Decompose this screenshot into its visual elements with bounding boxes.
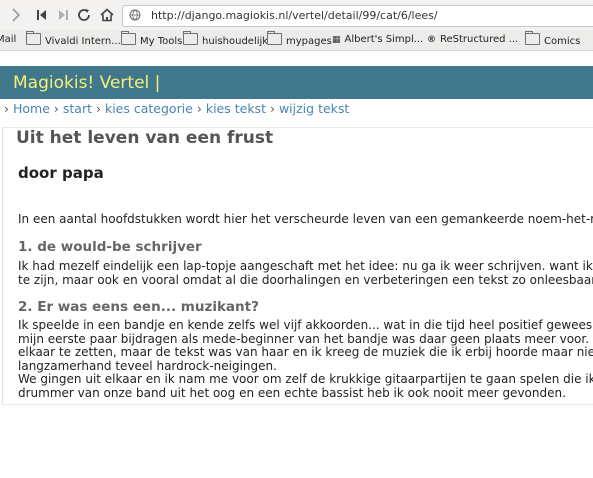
site-header: Magiokis! Vertel |: [0, 66, 593, 99]
bookmark-mail[interactable]: Mail: [0, 33, 16, 47]
text-line: elkaar te zetten, maar de tekst was van …: [18, 345, 593, 359]
text-line: langzamerhand teveel hardrock-neigingen.: [18, 358, 277, 373]
home-icon[interactable]: [99, 7, 115, 23]
bookmark-mypages[interactable]: mypages: [267, 31, 332, 47]
text-line: We gingen uit elkaar en ik nam me voor o…: [18, 372, 593, 386]
text-line: Ik had mezelf eindelijk een lap-topje aa…: [18, 259, 593, 273]
bookmark-my-tools[interactable]: My Tools: [121, 31, 182, 47]
breadcrumb-kies-categorie[interactable]: kies categorie: [105, 101, 193, 116]
text-line: te zijn, maar ook en vooral omdat al die…: [18, 273, 593, 287]
story-author: door papa: [18, 164, 104, 182]
url-text[interactable]: http://django.magiokis.nl/vertel/detail/…: [151, 8, 438, 23]
rst-icon: ®: [427, 35, 436, 45]
text-line: mijn eerste paar bijdragen als mede-begi…: [18, 331, 590, 346]
folder-icon: [183, 31, 198, 45]
folder-icon: [121, 31, 136, 45]
section-heading: 1. de would-be schrijver: [18, 239, 202, 255]
breadcrumb-kies-tekst[interactable]: kies tekst: [206, 101, 266, 116]
breadcrumb-start[interactable]: start: [63, 101, 92, 116]
text-line: Ik speelde in een bandje en kende zelfs …: [18, 318, 593, 332]
bookmark-comics[interactable]: Comics: [525, 31, 580, 47]
site-icon: ▦: [332, 35, 341, 45]
section-heading: 2. Er was eens een... muzikant?: [18, 299, 259, 315]
bookmark-restructured[interactable]: ® ReStructured ...: [427, 33, 518, 47]
forward-icon[interactable]: [8, 7, 24, 23]
browser-toolbar: http://django.magiokis.nl/vertel/detail/…: [0, 0, 593, 30]
breadcrumb: › Home › start › kies categorie › kies t…: [4, 101, 350, 116]
section-text: Ik had mezelf eindelijk een lap-topje aa…: [18, 259, 593, 287]
skip-back-icon[interactable]: [34, 7, 50, 23]
address-bar[interactable]: http://django.magiokis.nl/vertel/detail/…: [122, 5, 593, 27]
reload-icon[interactable]: [76, 7, 92, 23]
folder-icon: [525, 31, 540, 45]
breadcrumb-home[interactable]: Home: [13, 101, 50, 116]
breadcrumb-wijzig-tekst[interactable]: wijzig tekst: [279, 101, 349, 116]
site-title: Magiokis! Vertel |: [13, 73, 161, 93]
section-text: Ik speelde in een bandje en kende zelfs …: [18, 318, 593, 400]
text-line: drummer van onze band uit het oog en een…: [18, 385, 566, 400]
bookmarks-bar: Mail Vivaldi Intern... My Tools huishoud…: [0, 30, 593, 51]
skip-forward-icon[interactable]: [55, 7, 71, 23]
folder-icon: [26, 31, 41, 45]
globe-icon: [129, 9, 141, 21]
folder-icon: [267, 31, 282, 45]
story-title: Uit het leven van een frust: [16, 128, 274, 148]
bookmark-vivaldi-internal[interactable]: Vivaldi Intern...: [26, 31, 121, 47]
story-intro: In een aantal hoofdstukken wordt hier he…: [18, 212, 593, 226]
bookmark-huishoudelijk[interactable]: huishoudelijk: [183, 31, 268, 47]
web-page: Magiokis! Vertel | › Home › start › kies…: [0, 51, 593, 478]
bookmark-alberts-simple[interactable]: ▦ Albert's Simpl...: [332, 33, 423, 47]
